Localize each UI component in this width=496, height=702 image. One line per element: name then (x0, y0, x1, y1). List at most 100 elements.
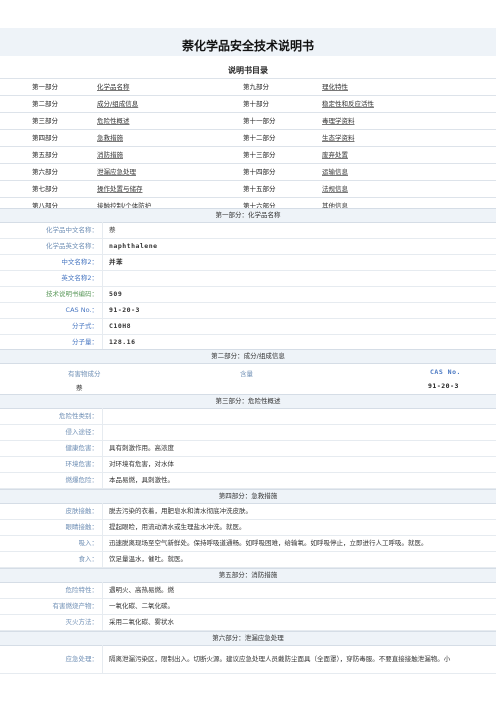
field-value: 提起眼睑，用流动清水或生理盐水冲洗。就医。 (109, 523, 246, 531)
field-label: 食入： (78, 555, 99, 563)
toc-link[interactable]: 毒理学资料 (322, 113, 355, 129)
field-row: 吸入： 迅速脱离现场至空气新鲜处。保持呼吸道通畅。如呼吸困难，给输氧。如呼吸停止，… (0, 535, 496, 552)
toc-link[interactable]: 化学品名称 (97, 79, 130, 95)
toc-link[interactable]: 稳定性和反应活性 (322, 96, 374, 112)
field-label: 有害燃烧产物： (52, 602, 99, 610)
field-label: 化学品中文名称： (46, 226, 98, 234)
field-value: 一氧化碳、二氧化碳。 (109, 602, 174, 610)
field-label: 危险特性： (65, 586, 99, 594)
field-row: 灭火方法： 采用二氧化碳、雾状水 (0, 614, 496, 631)
component-name: 萘 (76, 384, 83, 392)
toc-row: 第五部分 消防措施 第十三部分 废弃处置 (0, 146, 496, 163)
column-divider (102, 503, 103, 567)
section-header-5: 第五部分：消防措施 (0, 568, 496, 583)
toc-part-label: 第六部分 (32, 168, 58, 176)
toc-part-label: 第十五部分 (243, 185, 276, 193)
toc-part-label: 第十一部分 (243, 117, 276, 125)
field-label: 中文名称2： (61, 258, 98, 266)
field-label: 眼睛接触： (65, 523, 99, 531)
toc-row: 第一部分 化学品名称 第九部分 理化特性 (0, 78, 496, 95)
toc-row: 第四部分 急救措施 第十二部分 生态学资料 (0, 129, 496, 146)
field-row: 化学品英文名称： naphthalene (0, 238, 496, 255)
field-label: CAS No.： (65, 306, 98, 314)
field-value: C10H8 (109, 322, 132, 330)
toc-link[interactable]: 法规信息 (322, 181, 348, 197)
field-row: 中文名称2： 并苯 (0, 254, 496, 271)
field-row: 有害燃烧产物： 一氧化碳、二氧化碳。 (0, 598, 496, 615)
field-value: 并苯 (109, 258, 123, 266)
toc-part-label: 第十三部分 (243, 151, 276, 159)
toc-link[interactable]: 泄漏应急处理 (97, 164, 136, 180)
field-label: 应急处理： (65, 655, 99, 663)
toc-part-label: 第四部分 (32, 134, 58, 142)
toc-part-label: 第十四部分 (243, 168, 276, 176)
toc-link[interactable]: 废弃处置 (322, 147, 348, 163)
toc-link[interactable]: 急救措施 (97, 130, 123, 146)
field-row: 皮肤接触： 脱去污染的衣着，用肥皂水和清水彻底冲洗皮肤。 (0, 503, 496, 520)
toc-part-label: 第五部分 (32, 151, 58, 159)
field-value: 采用二氧化碳、雾状水 (109, 618, 174, 626)
toc-link[interactable]: 操作处置与储存 (97, 181, 143, 197)
toc-part-label: 第十部分 (243, 100, 269, 108)
cas-col-header: CAS No. (430, 368, 461, 376)
field-label: 分子式： (72, 322, 98, 330)
field-row: 健康危害： 具有刺激作用。高浓度 (0, 440, 496, 457)
toc-link[interactable]: 消防措施 (97, 147, 123, 163)
field-value: 隔离泄漏污染区，限制出入。切断火源。建议应急处理人员戴防尘面具（全面罩），穿防毒… (109, 655, 451, 663)
toc-row: 第二部分 成分/组成信息 第十部分 稳定性和反应活性 (0, 95, 496, 112)
component-cas: 91-20-3 (428, 382, 459, 390)
field-value: 遇明火、高热易燃。燃 (109, 586, 174, 594)
toc-part-label: 第三部分 (32, 117, 58, 125)
section-header-2: 第二部分：成分/组成信息 (0, 349, 496, 364)
field-value: naphthalene (109, 242, 158, 250)
toc-part-label: 第十二部分 (243, 134, 276, 142)
toc-link[interactable]: 成分/组成信息 (97, 96, 138, 112)
field-label: 侵入途径： (65, 428, 99, 436)
field-row: 英文名称2： (0, 270, 496, 287)
field-value: 迅速脱离现场至空气新鲜处。保持呼吸道通畅。如呼吸困难，给输氧。如呼吸停止，立即进… (109, 539, 428, 547)
field-label: 燃爆危险： (65, 476, 99, 484)
column-divider (102, 645, 103, 673)
field-label: 化学品英文名称： (46, 242, 98, 250)
field-row: 危险特性： 遇明火、高热易燃。燃 (0, 582, 496, 599)
section-header-1: 第一部分：化学品名称 (0, 208, 496, 223)
column-divider (102, 582, 103, 630)
toc-link[interactable]: 危险性概述 (97, 113, 130, 129)
section-header-4: 第四部分：急救措施 (0, 489, 496, 504)
field-row: 技术说明书编码： 509 (0, 286, 496, 303)
field-label: 吸入： (78, 539, 99, 547)
field-row: 危险性类别： (0, 408, 496, 425)
field-value: 509 (109, 290, 123, 298)
field-row: 侵入途径： (0, 424, 496, 441)
toc-part-label: 第九部分 (243, 83, 269, 91)
toc-link[interactable]: 理化特性 (322, 79, 348, 95)
toc-row: 第七部分 操作处置与储存 第十五部分 法规信息 (0, 180, 496, 197)
toc-part-label: 第一部分 (32, 83, 58, 91)
toc-part-label: 第七部分 (32, 185, 58, 193)
field-label: 健康危害： (65, 444, 99, 452)
toc-link[interactable]: 生态学资料 (322, 130, 355, 146)
field-row: CAS No.： 91-20-3 (0, 302, 496, 319)
field-value: 萘 (109, 226, 116, 234)
field-value: 饮足量温水，催吐。就医。 (109, 555, 187, 563)
column-divider (102, 222, 103, 350)
toc-table: 第一部分 化学品名称 第九部分 理化特性 第二部分 成分/组成信息 第十部分 稳定性和反应活性… (0, 78, 496, 214)
field-value: 本品易燃，具刺激性。 (109, 476, 174, 484)
field-value: 128.16 (109, 338, 136, 346)
document-title: 萘化学品安全技术说明书 (181, 39, 314, 53)
toc-row: 第三部分 危险性概述 第十一部分 毒理学资料 (0, 112, 496, 129)
field-row: 分子式： C10H8 (0, 318, 496, 335)
field-row: 燃爆危险： 本品易燃，具刺激性。 (0, 472, 496, 489)
toc-link[interactable]: 运输信息 (322, 164, 348, 180)
field-row: 食入： 饮足量温水，催吐。就医。 (0, 551, 496, 568)
field-label: 危险性类别： (59, 412, 98, 420)
field-label: 分子量： (72, 338, 98, 346)
field-value: 脱去污染的衣着，用肥皂水和清水彻底冲洗皮肤。 (109, 507, 252, 515)
content-col-header: 含量 (240, 370, 253, 378)
section-header-3: 第三部分：危险性概述 (0, 394, 496, 409)
field-label: 灭火方法： (65, 618, 99, 626)
section-header-6: 第六部分：泄漏应急处理 (0, 631, 496, 646)
field-label: 技术说明书编码： (46, 290, 98, 298)
field-row: 眼睛接触： 提起眼睑，用流动清水或生理盐水冲洗。就医。 (0, 519, 496, 536)
field-value: 对环境有危害，对水体 (109, 460, 174, 468)
